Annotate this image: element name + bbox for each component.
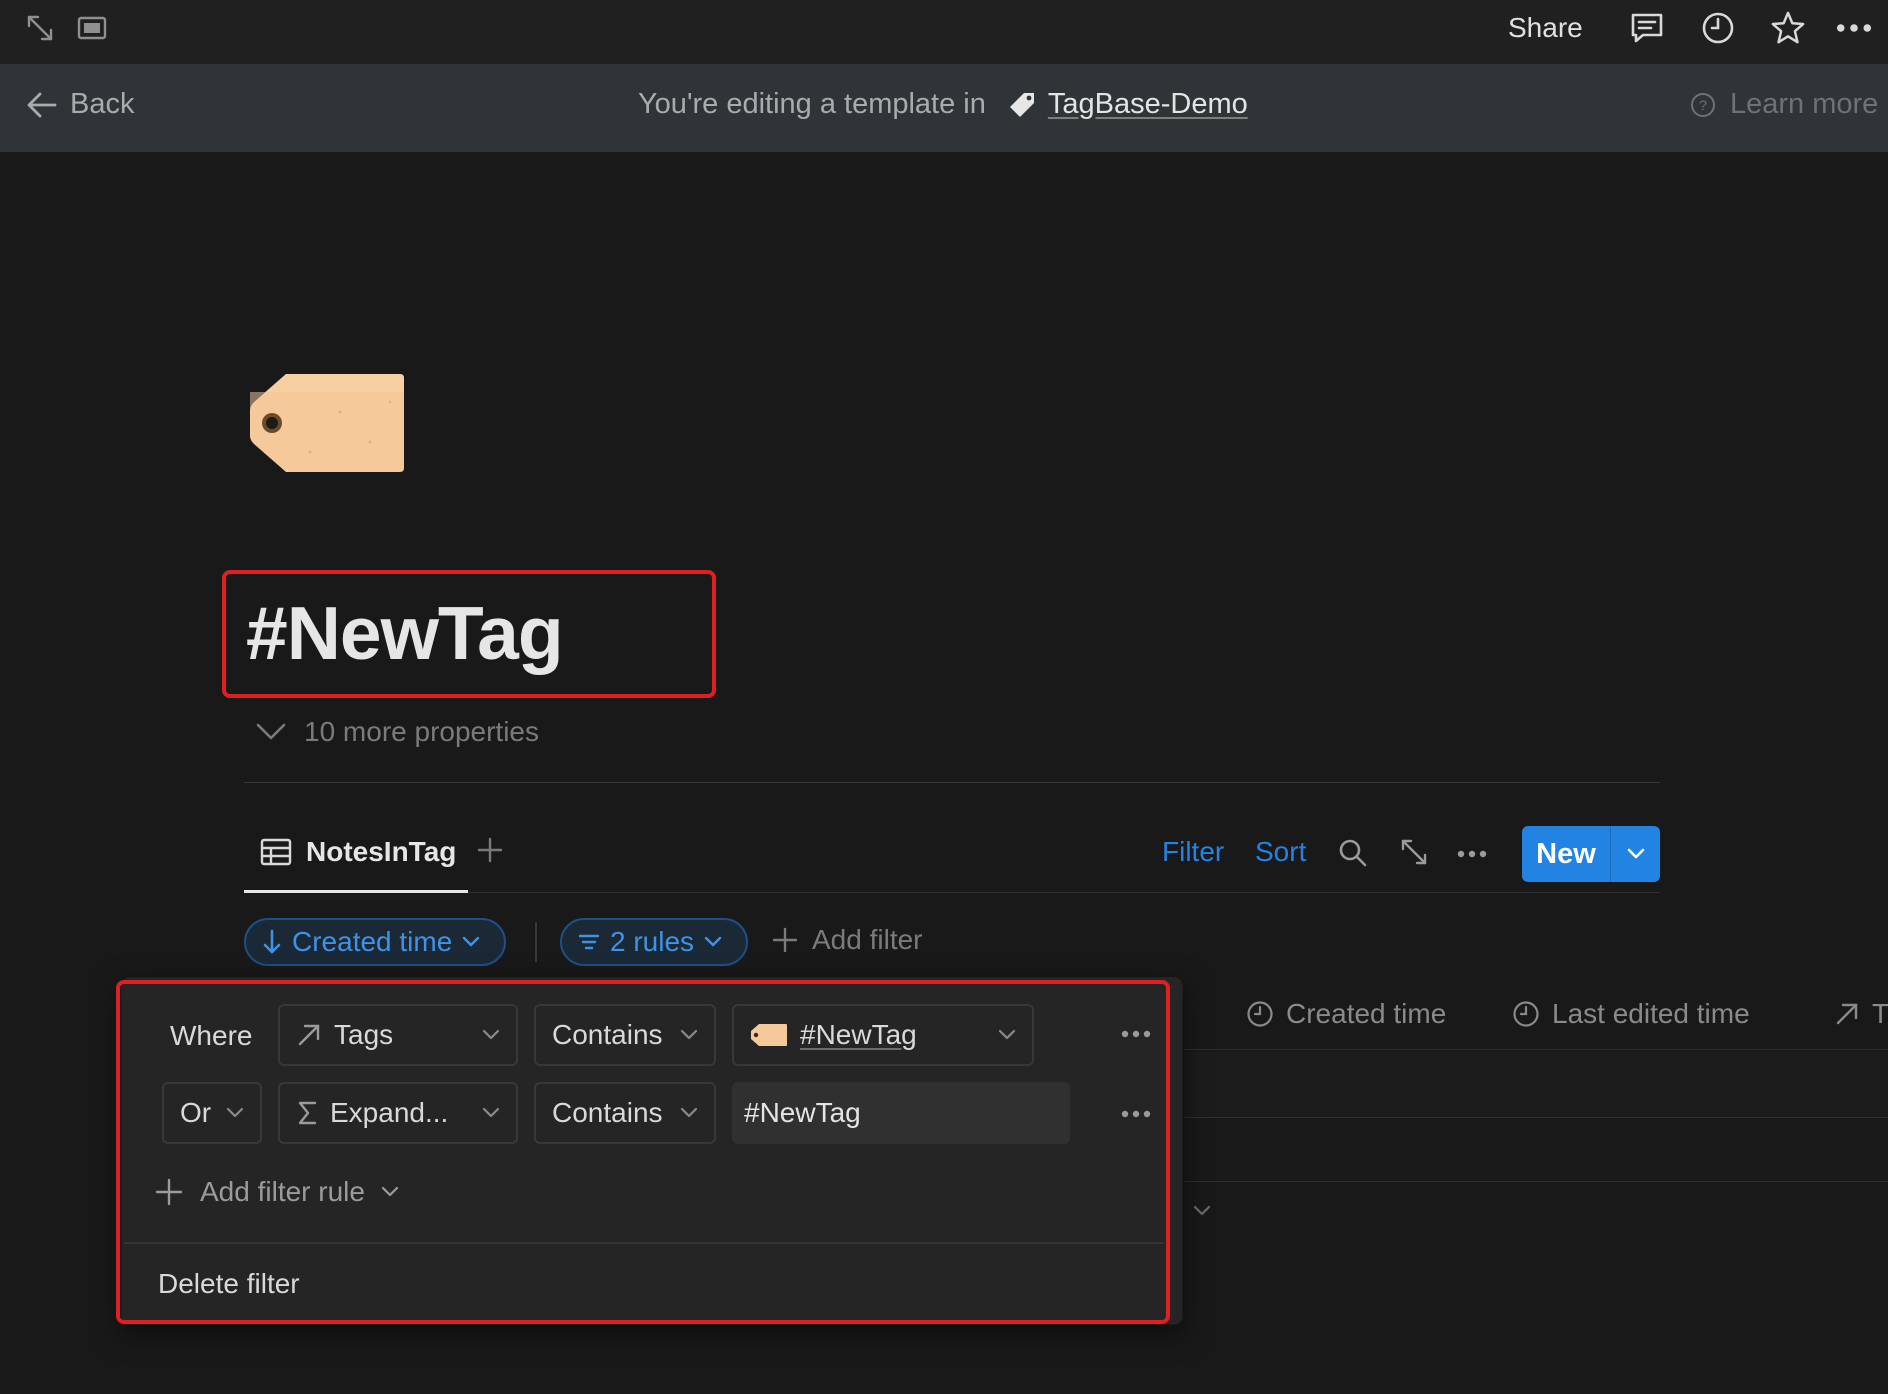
sort-chip-label: Created time: [292, 926, 453, 957]
column-header-created-time[interactable]: Created time: [1246, 998, 1446, 1030]
title-highlight-box: [222, 570, 716, 698]
clock-icon: [1246, 1000, 1274, 1028]
sidebar-panel-icon[interactable]: [74, 10, 110, 46]
tag-icon: [1008, 91, 1036, 119]
column-label: Last edited time: [1552, 998, 1750, 1029]
template-notice-text: You're editing a template in: [638, 88, 986, 120]
column-header-relation[interactable]: T: [1834, 998, 1888, 1030]
column-label: T: [1872, 998, 1888, 1029]
sort-button[interactable]: Sort: [1255, 836, 1306, 868]
table-row-border: [1184, 1117, 1888, 1118]
comment-icon[interactable]: [1629, 10, 1665, 46]
clock-icon: [1512, 1000, 1540, 1028]
template-banner: Back You're editing a template in TagBas…: [0, 64, 1888, 152]
table-row-border: [1184, 1181, 1888, 1182]
add-filter-button[interactable]: Add filter: [772, 924, 923, 956]
filter-highlight-box: [116, 980, 1170, 1324]
view-more-icon[interactable]: [1457, 850, 1487, 858]
back-label: Back: [70, 88, 135, 120]
chevron-down-icon: [1627, 848, 1645, 860]
help-circle-icon: ?: [1690, 92, 1716, 118]
database-link[interactable]: TagBase-Demo: [1048, 88, 1248, 121]
rules-chip-label: 2 rules: [610, 926, 695, 957]
chevron-down-icon: [462, 936, 480, 948]
template-notice: You're editing a template in TagBase-Dem…: [638, 88, 1248, 121]
properties-divider: [244, 782, 1660, 783]
expand-view-icon[interactable]: [1400, 838, 1428, 866]
learn-more-link[interactable]: ? Learn more: [1690, 88, 1878, 121]
chip-separator: [535, 922, 537, 962]
share-button[interactable]: Share: [1508, 10, 1583, 46]
chevron-down-icon: [704, 936, 722, 948]
new-button-group: New: [1522, 826, 1660, 882]
filter-rules-chip[interactable]: 2 rules: [560, 918, 748, 966]
learn-more-label: Learn more: [1730, 88, 1879, 120]
add-view-plus-icon[interactable]: [476, 836, 504, 864]
history-clock-icon[interactable]: [1700, 10, 1736, 46]
sort-chip-created-time[interactable]: Created time: [244, 918, 506, 966]
column-label: Created time: [1286, 998, 1447, 1029]
svg-text:?: ?: [1699, 97, 1707, 113]
chevron-down-icon: [256, 722, 286, 742]
more-properties-label: 10 more properties: [304, 716, 540, 747]
search-icon[interactable]: [1338, 838, 1368, 868]
filter-button[interactable]: Filter: [1162, 836, 1224, 868]
active-tab-indicator: [244, 890, 468, 893]
star-icon[interactable]: [1770, 10, 1806, 46]
tab-notesintag[interactable]: NotesInTag: [260, 836, 456, 868]
expand-icon[interactable]: [22, 10, 58, 46]
page-tag-emoji-icon[interactable]: [250, 372, 406, 474]
more-icon[interactable]: [1836, 10, 1872, 46]
back-button[interactable]: Back: [26, 88, 134, 121]
table-header-border: [1184, 1049, 1888, 1050]
chevron-down-icon[interactable]: [1192, 1204, 1212, 1218]
more-properties-toggle[interactable]: 10 more properties: [256, 716, 539, 748]
top-bar: Share: [0, 0, 1888, 64]
tab-label: NotesInTag: [306, 836, 457, 867]
column-header-last-edited-time[interactable]: Last edited time: [1512, 998, 1750, 1030]
relation-arrow-icon: [1834, 1001, 1860, 1027]
arrow-down-icon: [262, 929, 282, 955]
table-row[interactable]: [1184, 1052, 1888, 1118]
arrow-left-icon: [26, 91, 58, 119]
add-filter-label: Add filter: [812, 924, 923, 955]
plus-icon: [772, 927, 798, 953]
table-icon: [260, 838, 292, 866]
new-button[interactable]: New: [1522, 826, 1610, 882]
filter-lines-icon: [578, 933, 600, 951]
new-dropdown-button[interactable]: [1611, 826, 1660, 882]
